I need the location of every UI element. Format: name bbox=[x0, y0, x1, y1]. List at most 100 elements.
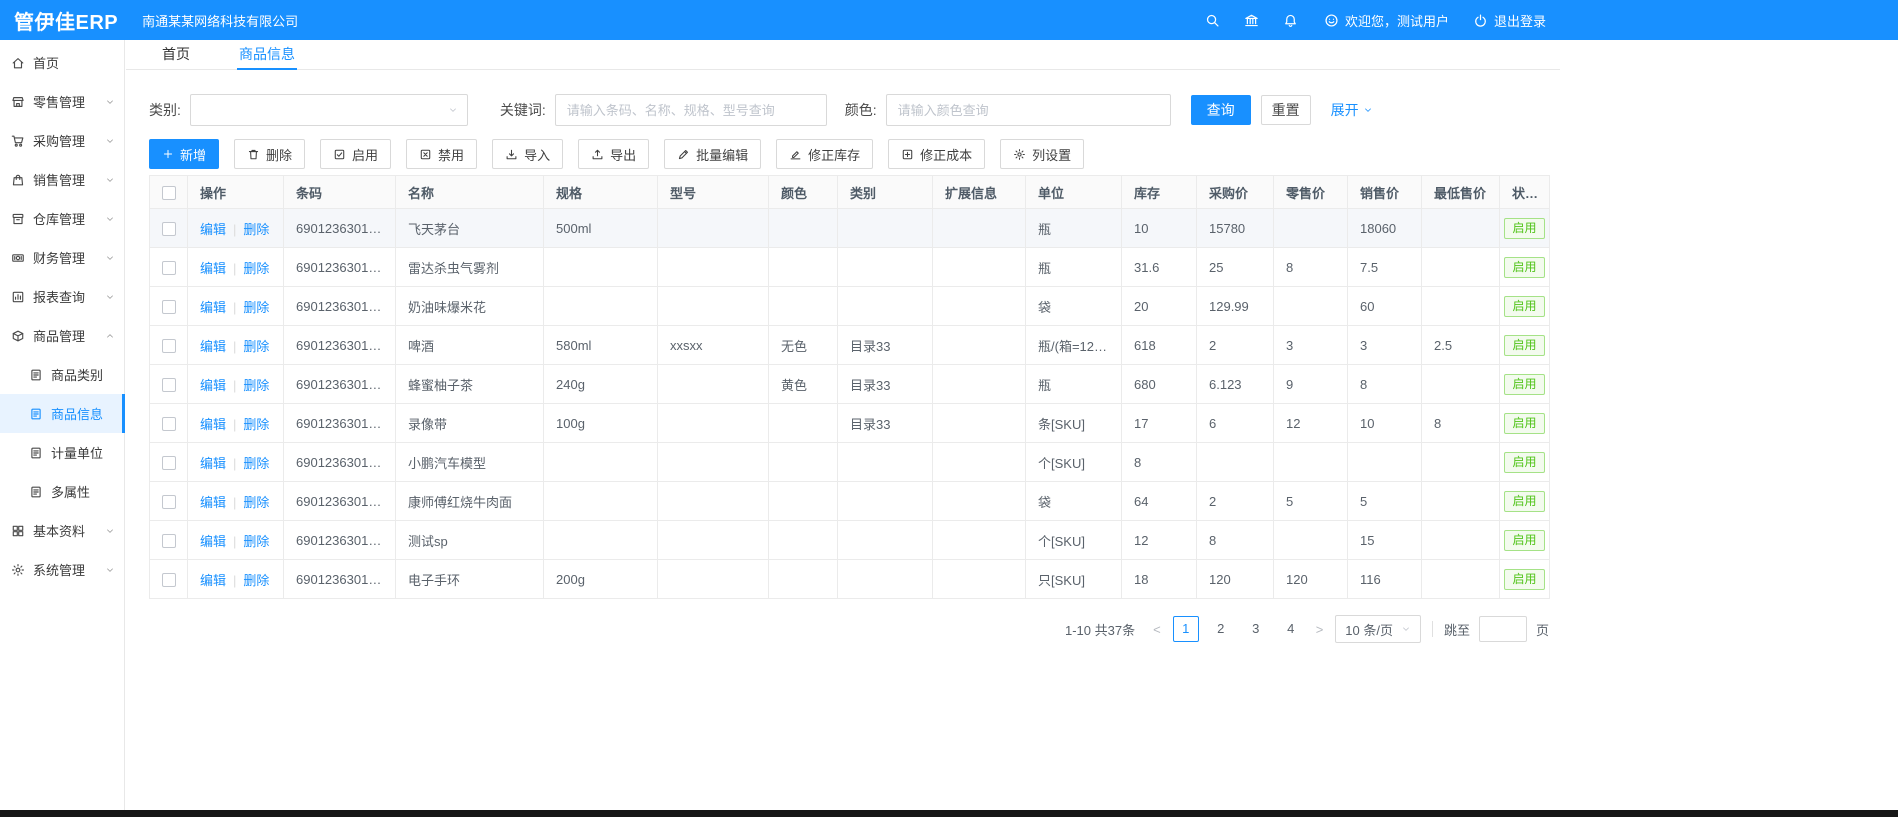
user-menu[interactable]: 欢迎您，测试用户 bbox=[1324, 11, 1449, 30]
select-all-checkbox[interactable] bbox=[162, 186, 176, 200]
logout-button[interactable]: 退出登录 bbox=[1473, 11, 1546, 30]
delete-link[interactable]: 删除 bbox=[243, 534, 269, 549]
edit-link[interactable]: 编辑 bbox=[200, 261, 226, 276]
welcome-text: 欢迎您，测试用户 bbox=[1345, 11, 1449, 30]
sidebar-item[interactable]: 首页 bbox=[0, 43, 124, 82]
cell-color bbox=[769, 287, 838, 326]
cell-model bbox=[658, 443, 769, 482]
delete-link[interactable]: 删除 bbox=[243, 300, 269, 315]
sidebar-item[interactable]: 销售管理 bbox=[0, 160, 124, 199]
sidebar-item-label: 采购管理 bbox=[33, 131, 85, 150]
delete-link[interactable]: 删除 bbox=[243, 417, 269, 432]
link-separator: | bbox=[233, 573, 236, 588]
edit-link[interactable]: 编辑 bbox=[200, 417, 226, 432]
delete-link[interactable]: 删除 bbox=[243, 573, 269, 588]
jump-input[interactable] bbox=[1479, 616, 1527, 642]
link-separator: | bbox=[233, 495, 236, 510]
toolbar-button[interactable]: 新增 bbox=[149, 139, 219, 169]
sidebar-item-label: 商品信息 bbox=[51, 404, 103, 423]
keyword-input[interactable] bbox=[555, 94, 827, 126]
page-button[interactable]: 2 bbox=[1208, 616, 1234, 642]
page-size-select[interactable]: 10 条/页 bbox=[1335, 615, 1421, 643]
cell-stock: 20 bbox=[1122, 287, 1197, 326]
toolbar-button[interactable]: 批量编辑 bbox=[664, 139, 761, 169]
toolbar-button[interactable]: 修正成本 bbox=[888, 139, 985, 169]
delete-link[interactable]: 删除 bbox=[243, 261, 269, 276]
page-button[interactable]: 4 bbox=[1278, 616, 1304, 642]
cell-operations: 编辑|删除 bbox=[188, 326, 284, 365]
row-checkbox[interactable] bbox=[162, 339, 176, 353]
sidebar-item[interactable]: 计量单位 bbox=[0, 433, 124, 472]
page-button[interactable]: 1 bbox=[1173, 616, 1199, 642]
row-checkbox[interactable] bbox=[162, 456, 176, 470]
edit-link[interactable]: 编辑 bbox=[200, 300, 226, 315]
cell-stock: 680 bbox=[1122, 365, 1197, 404]
toolbar-button[interactable]: 导入 bbox=[492, 139, 563, 169]
row-checkbox[interactable] bbox=[162, 534, 176, 548]
sidebar-item[interactable]: 商品管理 bbox=[0, 316, 124, 355]
cell-color bbox=[769, 521, 838, 560]
toolbar-button[interactable]: 删除 bbox=[234, 139, 305, 169]
edit-link[interactable]: 编辑 bbox=[200, 456, 226, 471]
sidebar-item[interactable]: 系统管理 bbox=[0, 550, 124, 589]
sidebar-item[interactable]: 多属性 bbox=[0, 472, 124, 511]
edit-link[interactable]: 编辑 bbox=[200, 222, 226, 237]
sidebar-item-label: 多属性 bbox=[51, 482, 90, 501]
delete-link[interactable]: 删除 bbox=[243, 378, 269, 393]
delete-link[interactable]: 删除 bbox=[243, 495, 269, 510]
edit-link[interactable]: 编辑 bbox=[200, 495, 226, 510]
edit-link[interactable]: 编辑 bbox=[200, 339, 226, 354]
cell-color: 黄色 bbox=[769, 365, 838, 404]
sidebar-item[interactable]: 采购管理 bbox=[0, 121, 124, 160]
search-icon[interactable] bbox=[1205, 13, 1220, 28]
cell-spec: 240g bbox=[544, 365, 658, 404]
status-badge: 启用 bbox=[1504, 530, 1544, 551]
color-input[interactable] bbox=[886, 94, 1171, 126]
delete-link[interactable]: 删除 bbox=[243, 222, 269, 237]
cell-stock: 618 bbox=[1122, 326, 1197, 365]
cell-sale-price bbox=[1348, 443, 1422, 482]
row-checkbox[interactable] bbox=[162, 573, 176, 587]
sidebar-item[interactable]: 报表查询 bbox=[0, 277, 124, 316]
cell-sale-price: 8 bbox=[1348, 365, 1422, 404]
tab[interactable]: 首页 bbox=[160, 40, 192, 70]
toolbar-button[interactable]: 禁用 bbox=[406, 139, 477, 169]
page-button[interactable]: 3 bbox=[1243, 616, 1269, 642]
row-checkbox[interactable] bbox=[162, 300, 176, 314]
tab[interactable]: 商品信息 bbox=[237, 40, 297, 70]
reset-button[interactable]: 重置 bbox=[1261, 95, 1311, 125]
row-checkbox[interactable] bbox=[162, 261, 176, 275]
sidebar-item[interactable]: 基本资料 bbox=[0, 511, 124, 550]
row-checkbox[interactable] bbox=[162, 222, 176, 236]
sidebar-item[interactable]: 财务管理 bbox=[0, 238, 124, 277]
search-button[interactable]: 查询 bbox=[1191, 95, 1251, 125]
sidebar-item[interactable]: 零售管理 bbox=[0, 82, 124, 121]
edit-link[interactable]: 编辑 bbox=[200, 378, 226, 393]
prev-page-button[interactable]: < bbox=[1150, 622, 1164, 637]
edit-link[interactable]: 编辑 bbox=[200, 573, 226, 588]
toolbar-button[interactable]: 修正库存 bbox=[776, 139, 873, 169]
next-page-button[interactable]: > bbox=[1313, 622, 1327, 637]
cell-purchase-price: 25 bbox=[1197, 248, 1274, 287]
bell-icon[interactable] bbox=[1283, 13, 1298, 28]
cell-model bbox=[658, 287, 769, 326]
toolbar-button[interactable]: 启用 bbox=[320, 139, 391, 169]
row-checkbox[interactable] bbox=[162, 495, 176, 509]
edit-link[interactable]: 编辑 bbox=[200, 534, 226, 549]
bank-icon[interactable] bbox=[1244, 13, 1259, 28]
delete-link[interactable]: 删除 bbox=[243, 456, 269, 471]
sidebar-item[interactable]: 仓库管理 bbox=[0, 199, 124, 238]
cell-model bbox=[658, 482, 769, 521]
row-checkbox[interactable] bbox=[162, 378, 176, 392]
toolbar-button[interactable]: 导出 bbox=[578, 139, 649, 169]
row-checkbox[interactable] bbox=[162, 417, 176, 431]
sidebar-item[interactable]: 商品信息 bbox=[0, 394, 124, 433]
category-select[interactable] bbox=[190, 94, 468, 126]
toolbar-button[interactable]: 列设置 bbox=[1000, 139, 1084, 169]
delete-link[interactable]: 删除 bbox=[243, 339, 269, 354]
cell-ext-info bbox=[933, 482, 1026, 521]
row-checkbox-cell bbox=[150, 482, 188, 521]
expand-link[interactable]: 展开 bbox=[1331, 100, 1373, 120]
sidebar-item[interactable]: 商品类别 bbox=[0, 355, 124, 394]
cell-operations: 编辑|删除 bbox=[188, 209, 284, 248]
